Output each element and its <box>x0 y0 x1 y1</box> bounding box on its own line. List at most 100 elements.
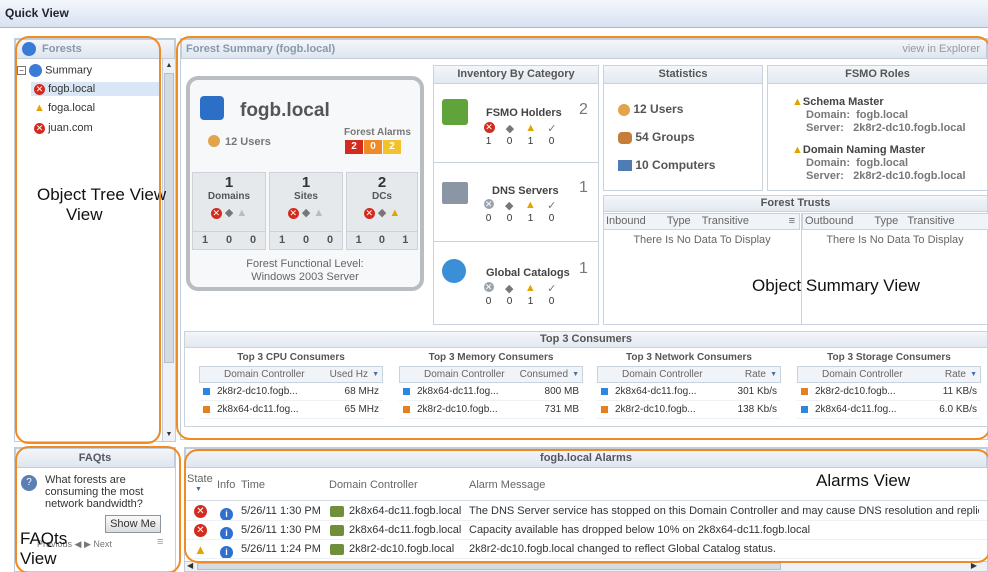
fsmo-holders-count: 2 <box>579 101 588 118</box>
global-catalogs-label: Global Catalogs <box>486 267 570 279</box>
alert-icon: ◆ <box>505 123 515 135</box>
dns-server-icon <box>442 182 468 204</box>
list-icon[interactable]: ≡ <box>157 536 163 548</box>
info-icon[interactable]: i <box>220 546 233 558</box>
sort-down-icon[interactable]: ▼ <box>195 486 202 493</box>
dcs-breakdown: 1 0 1 <box>346 232 418 250</box>
column-value[interactable]: Used Hz <box>330 367 368 382</box>
column-alarm-message[interactable]: Alarm Message <box>469 479 545 491</box>
column-value[interactable]: Rate <box>945 367 966 382</box>
table-row[interactable]: 2k8x64-dc11.fog... 301 Kb/s <box>597 383 781 401</box>
count: 0 <box>506 296 513 307</box>
tree-node-juan[interactable]: ✕ juan.com <box>31 121 96 135</box>
consumer-group-title: Top 3 CPU Consumers <box>237 352 345 363</box>
dcs-tile[interactable]: 2 DCs ✕ ◆ ▲ 1 0 1 <box>346 172 418 256</box>
alarm-row[interactable]: ✕ i 5/26/11 1:30 PM 2k8x64-dc11.fogb.local C… <box>185 521 987 540</box>
domain-value: fogb.local <box>856 109 909 121</box>
sort-down-icon[interactable]: ▼ <box>970 367 977 382</box>
scroll-thumb[interactable] <box>164 73 174 363</box>
sort-down-icon[interactable]: ▼ <box>572 367 579 382</box>
faq-question: What forests are consuming the most netw… <box>45 474 144 510</box>
schema-master-role[interactable]: ▲Schema Master <box>792 96 884 108</box>
domains-count: 1 <box>224 174 234 191</box>
show-me-button[interactable]: Show Me <box>105 515 161 533</box>
stat-groups[interactable]: 54 Groups <box>618 130 695 144</box>
column-domain-controller[interactable]: Domain Controller <box>622 367 703 382</box>
forest-alarms-label: Forest Alarms <box>344 127 411 138</box>
table-row[interactable]: 2k8r2-dc10.fogb... 68 MHz <box>199 383 383 401</box>
column-domain-controller[interactable]: Domain Controller <box>224 367 305 382</box>
scroll-left-icon[interactable]: ◀ <box>187 561 193 570</box>
column-domain-controller[interactable]: Domain Controller <box>329 479 418 491</box>
alarm-count-critical[interactable]: 2 <box>345 140 363 154</box>
forest-card[interactable]: fogb.local 12 Users Forest Alarms 202 1 … <box>186 76 424 291</box>
info-icon[interactable]: i <box>220 527 233 539</box>
next-arrow-icon[interactable]: ▶ <box>84 539 91 549</box>
column-domain-controller[interactable]: Domain Controller <box>424 367 505 382</box>
domains-tile[interactable]: 1 Domains ✕ ◆ ▲ 1 0 0 <box>192 172 266 256</box>
table-row[interactable]: 2k8r2-dc10.fogb... 731 MB <box>399 401 583 419</box>
fsmo-roles-section: FSMO Roles ▲Schema Master Domain: fogb.l… <box>767 65 988 191</box>
error-icon: ✕ <box>34 84 45 95</box>
table-row[interactable]: 2k8x64-dc11.fog... 6.0 KB/s <box>797 401 981 419</box>
domain-value: fogb.local <box>856 157 909 169</box>
ok-icon: ✓ <box>547 283 557 295</box>
column-transitive[interactable]: Transitive <box>702 215 749 227</box>
column-outbound[interactable]: Outbound <box>805 215 853 227</box>
collapse-toggle-icon[interactable]: − <box>17 66 26 75</box>
dns-servers-label: DNS Servers <box>492 185 559 197</box>
scroll-up-icon[interactable]: ▲ <box>163 59 175 72</box>
sites-tile[interactable]: 1 Sites ✕ ◆ ▲ 1 0 0 <box>269 172 343 256</box>
sort-down-icon[interactable]: ▼ <box>770 367 777 382</box>
table-row[interactable]: 2k8r2-dc10.fogb... 11 KB/s <box>797 383 981 401</box>
view-in-explorer-link[interactable]: view in Explorer <box>902 40 980 58</box>
column-type[interactable]: Type <box>667 215 691 227</box>
column-state[interactable]: State <box>187 473 213 485</box>
alarm-row[interactable]: ▲ i 5/26/11 1:24 PM 2k8r2-dc10.fogb.local 2k… <box>185 540 987 559</box>
info-icon[interactable]: i <box>220 508 233 520</box>
alarm-count-warning[interactable]: 2 <box>383 140 401 154</box>
top-consumers-section: Top 3 Consumers Top 3 CPU Consumers Domai… <box>184 331 988 427</box>
column-menu-icon[interactable]: ≡ <box>789 214 795 229</box>
sort-down-icon[interactable]: ▼ <box>372 367 379 382</box>
column-time[interactable]: Time <box>241 479 265 491</box>
alarms-scrollbar[interactable]: ◀ ▶ <box>185 561 987 571</box>
tree-node-fogb[interactable]: ✕ fogb.local <box>31 82 159 96</box>
alarm-count-error[interactable]: 0 <box>364 140 382 154</box>
column-info[interactable]: Info <box>217 479 235 491</box>
top-consumers-title: Top 3 Consumers <box>185 332 987 348</box>
tree-node-foga[interactable]: ▲ foga.local <box>31 101 98 115</box>
table-row[interactable]: 2k8x64-dc11.fog... 65 MHz <box>199 401 383 419</box>
next-link[interactable]: Next <box>93 539 112 549</box>
column-value[interactable]: Consumed <box>520 367 568 382</box>
count: 0 <box>249 234 257 246</box>
tree-scrollbar[interactable]: ▲ ▼ <box>162 59 175 441</box>
column-inbound[interactable]: Inbound <box>606 215 646 227</box>
server-value: 2k8r2-dc10.fogb.local <box>853 170 966 182</box>
stat-computers[interactable]: 10 Computers <box>618 158 715 172</box>
alarm-time: 5/26/11 1:30 PM <box>241 524 321 536</box>
naming-master-role[interactable]: ▲Domain Naming Master <box>792 144 925 156</box>
column-domain-controller[interactable]: Domain Controller <box>822 367 903 382</box>
tree-view-annotation: Object Tree View <box>37 185 167 204</box>
inventory-fsmo[interactable]: FSMO Holders 2 ✕ ◆ ▲ ✓ 1 0 1 0 <box>434 85 598 163</box>
scroll-down-icon[interactable]: ▼ <box>163 428 175 441</box>
alert-icon: ◆ <box>301 207 311 219</box>
domain-controller-icon <box>330 544 344 555</box>
scroll-right-icon[interactable]: ▶ <box>971 561 977 570</box>
table-row[interactable]: 2k8r2-dc10.fogb... 138 Kb/s <box>597 401 781 419</box>
column-type[interactable]: Type <box>874 215 898 227</box>
tree-node-summary[interactable]: − Summary <box>17 64 92 77</box>
previous-arrow-icon[interactable]: ◀ <box>75 539 82 549</box>
table-row[interactable]: 2k8x64-dc11.fog... 800 MB <box>399 383 583 401</box>
column-transitive[interactable]: Transitive <box>907 215 954 227</box>
inventory-dns[interactable]: DNS Servers 1 ✕ ◆ ▲ ✓ 0 0 1 0 <box>434 164 598 242</box>
inventory-gc[interactable]: Global Catalogs 1 ✕ ◆ ▲ ✓ 0 0 1 0 <box>434 243 598 324</box>
count: 0 <box>548 213 555 224</box>
alarm-row[interactable]: ✕ i 5/26/11 1:30 PM 2k8x64-dc11.fogb.local T… <box>185 502 987 521</box>
alert-icon: ◆ <box>377 207 387 219</box>
h-scroll-thumb[interactable] <box>197 563 781 570</box>
column-value[interactable]: Rate <box>745 367 766 382</box>
stat-users[interactable]: 12 Users <box>618 102 683 116</box>
count: 0 <box>225 234 233 246</box>
